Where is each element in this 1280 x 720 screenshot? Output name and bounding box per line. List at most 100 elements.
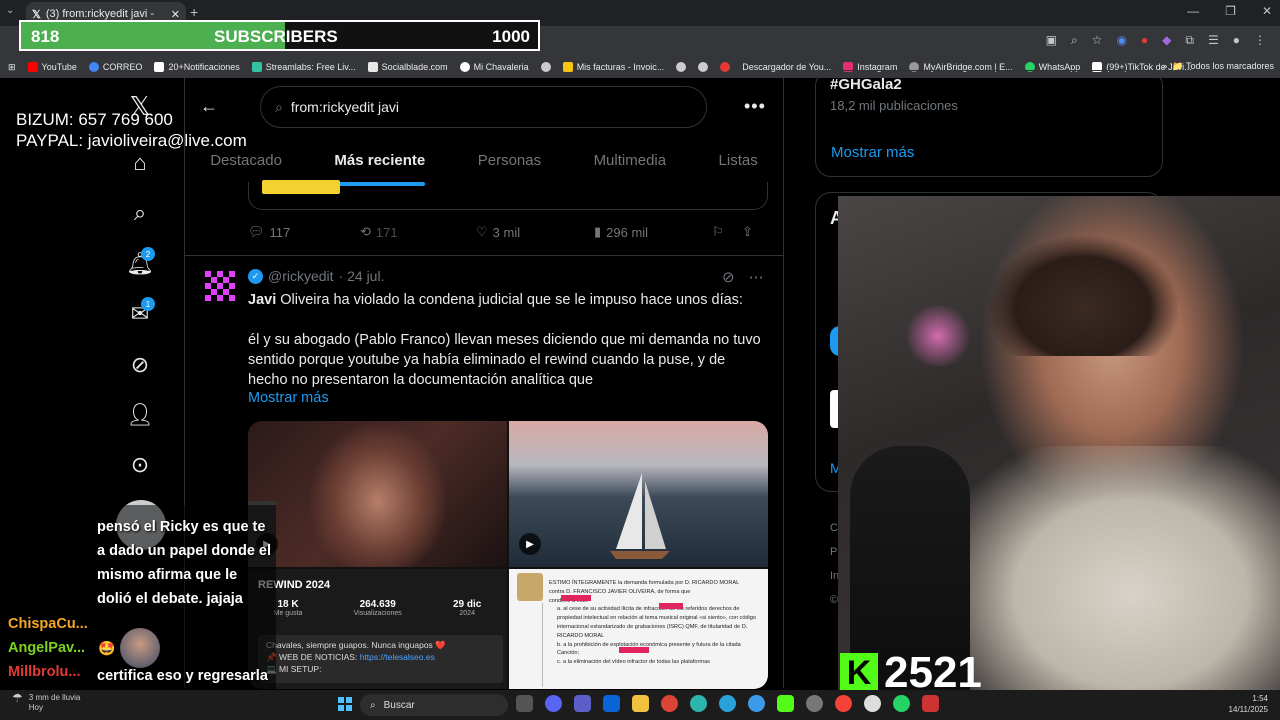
tweet-handle[interactable]: @rickyedit [268, 268, 334, 284]
maximize-button[interactable]: ❐ [1225, 4, 1236, 18]
media-video-2[interactable]: ▶ [509, 421, 768, 567]
menu-icon[interactable]: ⋮ [1254, 33, 1266, 48]
chrome-icon[interactable] [661, 695, 678, 712]
minimize-button[interactable]: — [1187, 4, 1199, 18]
telegram-icon[interactable] [719, 695, 736, 712]
paypal-text: PAYPAL: javioliveira@live.com [16, 131, 247, 150]
background-light [898, 306, 978, 366]
explore-icon[interactable]: ⌕ [128, 200, 152, 225]
extension-icon[interactable]: ● [1141, 33, 1148, 48]
share-button[interactable]: ⇪ [742, 224, 753, 240]
search-tabs: Destacado Más reciente Personas Multimed… [184, 140, 784, 186]
more-options-icon[interactable]: ••• [744, 96, 766, 117]
file-explorer-icon[interactable] [632, 695, 649, 712]
tweet-date[interactable]: · 24 jul. [339, 268, 385, 284]
obs-icon[interactable] [806, 695, 823, 712]
media-court-document[interactable]: ESTIMO ÍNTEGRAMENTE la demanda formulada… [509, 569, 768, 689]
task-view-icon[interactable] [516, 695, 533, 712]
search-input[interactable]: ⌕ from:rickyedit javi [260, 86, 707, 128]
all-bookmarks[interactable]: » 📁 Todos los marcadores [1162, 61, 1274, 72]
grok-icon[interactable]: ⊘ [722, 268, 735, 286]
weather-widget[interactable]: ☂ 3 mm de lluvia Hoy [12, 692, 80, 713]
show-more-link[interactable]: Mostrar más [248, 390, 329, 406]
bookmark-button[interactable]: ⚐ [712, 224, 742, 240]
edge-icon[interactable] [690, 695, 707, 712]
app-icon[interactable] [835, 695, 852, 712]
tweet-more-icon[interactable]: ⋯ [749, 268, 764, 286]
bookmark-streamlabs[interactable]: Streamlabs: Free Liv... [251, 62, 356, 72]
media-rewind-card[interactable]: REWIND 2024 18 K Me gusta 264.639 Visualiz… [248, 569, 507, 689]
bookmark-globe[interactable] [698, 62, 709, 72]
streamer-sweater [948, 446, 1280, 692]
play-icon[interactable]: ▶ [519, 533, 541, 555]
tweet-mention[interactable]: Javi [248, 292, 276, 308]
app-icon[interactable] [864, 695, 881, 712]
bookmark-globe[interactable] [540, 62, 551, 72]
tab-multimedia[interactable]: Multimedia [594, 140, 667, 184]
rewind-stats: 18 K Me gusta 264.639 Visualizaciones 29 d… [273, 599, 482, 617]
kick-app-icon[interactable] [777, 695, 794, 712]
redaction-bar [619, 647, 649, 653]
new-tab-button[interactable]: + [190, 4, 198, 20]
apps-icon[interactable]: ⊞ [8, 62, 16, 73]
zoom-icon[interactable]: ⌕ [1071, 33, 1078, 48]
media-video-1[interactable]: ▶ [248, 421, 507, 567]
side-panel-icon[interactable]: ☰ [1208, 33, 1219, 48]
tab-personas[interactable]: Personas [478, 140, 541, 184]
extension-icon[interactable]: ◆ [1162, 33, 1171, 48]
install-icon[interactable]: ▣ [1046, 33, 1057, 48]
avatar[interactable] [205, 271, 235, 301]
profile-icon[interactable]: 👤︎ [126, 402, 154, 427]
bookmark-notificaciones[interactable]: 20+Notificaciones [154, 62, 240, 72]
share-icon: ⇪ [742, 224, 753, 239]
verified-icon: ✓ [248, 268, 263, 284]
tweet-text: Javi Oliveira ha violado la condena judi… [248, 292, 761, 388]
tab-listas[interactable]: Listas [719, 140, 758, 184]
webcam-feed [838, 196, 1280, 692]
whatsapp-icon[interactable] [893, 695, 910, 712]
reply-button[interactable]: 💬︎ 117 [248, 224, 360, 240]
subscribers-goal: 1000 [492, 27, 530, 46]
bookmark-correo[interactable]: CORREO [88, 62, 142, 72]
face-image [308, 421, 448, 567]
bookmark-descargador[interactable]: Descargador de You... [742, 62, 831, 72]
bookmark-red[interactable] [720, 62, 731, 72]
chat-username: AngelPav... [8, 640, 86, 656]
chat-username: ChispaCu... [8, 616, 88, 632]
bookmark-youtube[interactable]: YouTube [27, 62, 77, 72]
extension-icon[interactable]: ◉ [1116, 33, 1126, 48]
search-icon: ⌕ [370, 699, 376, 711]
bookmark-chavaleria[interactable]: Mi Chavaleria [459, 62, 529, 72]
like-button[interactable]: ♡ 3 mil [476, 224, 594, 240]
bookmark-socialblade[interactable]: Socialblade.com [367, 62, 448, 72]
close-tab-icon[interactable]: ✕ [171, 8, 180, 21]
grok-nav-icon[interactable]: ⊘ [128, 352, 152, 377]
bookmark-facturas[interactable]: Mis facturas - Invoic... [562, 62, 664, 72]
tweet-media-grid: ▶ ▶ REWIND 2024 18 KMe gusta 264.639Visu… [248, 421, 768, 689]
search-query: from:rickyedit javi [290, 99, 399, 115]
close-window-button[interactable]: ✕ [1262, 4, 1272, 18]
trend-hashtag[interactable]: #GHGala2 [830, 76, 902, 93]
bookmark-globe[interactable] [676, 62, 687, 72]
profile-avatar[interactable]: ● [1233, 33, 1240, 48]
discord-icon[interactable] [545, 695, 562, 712]
browser-icon[interactable] [748, 695, 765, 712]
more-nav-icon[interactable]: ⊙ [128, 452, 152, 477]
tab-mas-reciente[interactable]: Más reciente [334, 140, 425, 186]
system-clock[interactable]: 1:54 14/11/2025 [1229, 693, 1268, 715]
taskbar-search[interactable]: ⌕ Buscar [360, 694, 508, 716]
home-icon[interactable]: ⌂ [128, 150, 152, 175]
teams-icon[interactable] [574, 695, 591, 712]
show-more-trends-link[interactable]: Mostrar más [831, 144, 914, 161]
windows-start-icon[interactable] [338, 697, 352, 711]
redaction-bar [561, 595, 591, 601]
puzzle-icon[interactable]: ⧉ [1185, 33, 1194, 48]
app-icon[interactable] [922, 695, 939, 712]
outlook-icon[interactable] [603, 695, 620, 712]
chat-username: Millbrolu... [8, 664, 81, 680]
tab-search-icon[interactable]: ⌄ [6, 5, 14, 16]
repost-button[interactable]: ⟲ 171 [360, 224, 476, 240]
views-button[interactable]: ▮ 296 mil [594, 224, 712, 240]
sailboat-image [610, 473, 670, 559]
star-icon[interactable]: ☆ [1092, 33, 1103, 48]
